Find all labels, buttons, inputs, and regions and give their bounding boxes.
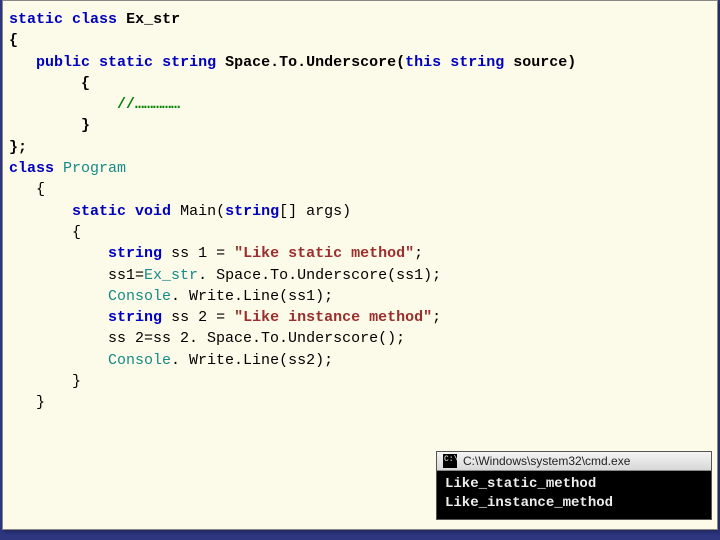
brace-open: { — [81, 75, 90, 92]
method-name: Space.To.Underscore — [225, 54, 396, 71]
brace-close: } — [81, 117, 90, 134]
cmd-icon — [443, 454, 457, 468]
stmt-call: . Space.To.Underscore(ss1); — [198, 267, 441, 284]
var-ss1: ss 1 — [171, 245, 207, 262]
brace-open: { — [36, 181, 45, 198]
code-line: } — [3, 115, 717, 136]
type-string: string — [108, 245, 162, 262]
console-window: C:\Windows\system32\cmd.exe Like_static_… — [437, 452, 711, 519]
console-line: Like_static_method — [445, 476, 596, 492]
code-line: Console. Write.Line(ss1); — [3, 286, 717, 307]
code-line: static class Ex_str — [3, 9, 717, 30]
keyword-static: static — [72, 203, 126, 220]
brace-close: } — [36, 394, 45, 411]
brace-open: { — [9, 32, 18, 49]
keyword-class: class — [9, 160, 54, 177]
class-name: Ex_str — [126, 11, 180, 28]
code-line: } — [3, 371, 717, 392]
code-line: class Program — [3, 158, 717, 179]
slide-container: static class Ex_str { public static stri… — [2, 0, 718, 530]
class-name-program: Program — [63, 160, 126, 177]
console-line: Like_instance_method — [445, 495, 613, 511]
brace-close: } — [72, 373, 81, 390]
keyword-static: static — [99, 54, 153, 71]
brace-open: { — [72, 224, 81, 241]
code-line: ss 2=ss 2. Space.To.Underscore(); — [3, 328, 717, 349]
keyword-public: public — [36, 54, 90, 71]
class-ref-exstr: Ex_str — [144, 267, 198, 284]
stmt-assign-call: ss 2=ss 2. Space.To.Underscore(); — [108, 330, 405, 347]
param-args: args — [306, 203, 342, 220]
stmt-call: . Write.Line(ss1); — [171, 288, 333, 305]
code-line: string ss 2 = "Like instance method"; — [3, 307, 717, 328]
code-line: } — [3, 392, 717, 413]
code-line: { — [3, 179, 717, 200]
code-line: //…………… — [3, 94, 717, 115]
class-ref-console: Console — [108, 288, 171, 305]
code-line: static void Main(string[] args) — [3, 201, 717, 222]
brace-close-semi: }; — [9, 139, 27, 156]
type-void: void — [135, 203, 171, 220]
string-literal: "Like static method" — [234, 245, 414, 262]
stmt-call: . Write.Line(ss2); — [171, 352, 333, 369]
code-line: public static string Space.To.Underscore… — [3, 52, 717, 73]
stmt-lhs: ss1= — [108, 267, 144, 284]
string-literal: "Like instance method" — [234, 309, 432, 326]
method-main: Main — [180, 203, 216, 220]
type-string: string — [162, 54, 216, 71]
type-string: string — [450, 54, 504, 71]
type-string: string — [108, 309, 162, 326]
console-title-text: C:\Windows\system32\cmd.exe — [463, 454, 630, 468]
keyword-this: this — [405, 54, 441, 71]
keyword-class: class — [72, 11, 117, 28]
code-line: ss1=Ex_str. Space.To.Underscore(ss1); — [3, 265, 717, 286]
code-line: Console. Write.Line(ss2); — [3, 350, 717, 371]
code-line: string ss 1 = "Like static method"; — [3, 243, 717, 264]
keyword-static: static — [9, 11, 63, 28]
code-line: { — [3, 222, 717, 243]
code-line: }; — [3, 137, 717, 158]
console-titlebar: C:\Windows\system32\cmd.exe — [437, 452, 711, 471]
code-line: { — [3, 73, 717, 94]
var-ss2: ss 2 — [171, 309, 207, 326]
code-line: { — [3, 30, 717, 51]
class-ref-console: Console — [108, 352, 171, 369]
console-output: Like_static_method Like_instance_method — [437, 471, 711, 519]
comment: //…………… — [117, 96, 180, 113]
type-string: string — [225, 203, 279, 220]
param-source: source — [513, 54, 567, 71]
